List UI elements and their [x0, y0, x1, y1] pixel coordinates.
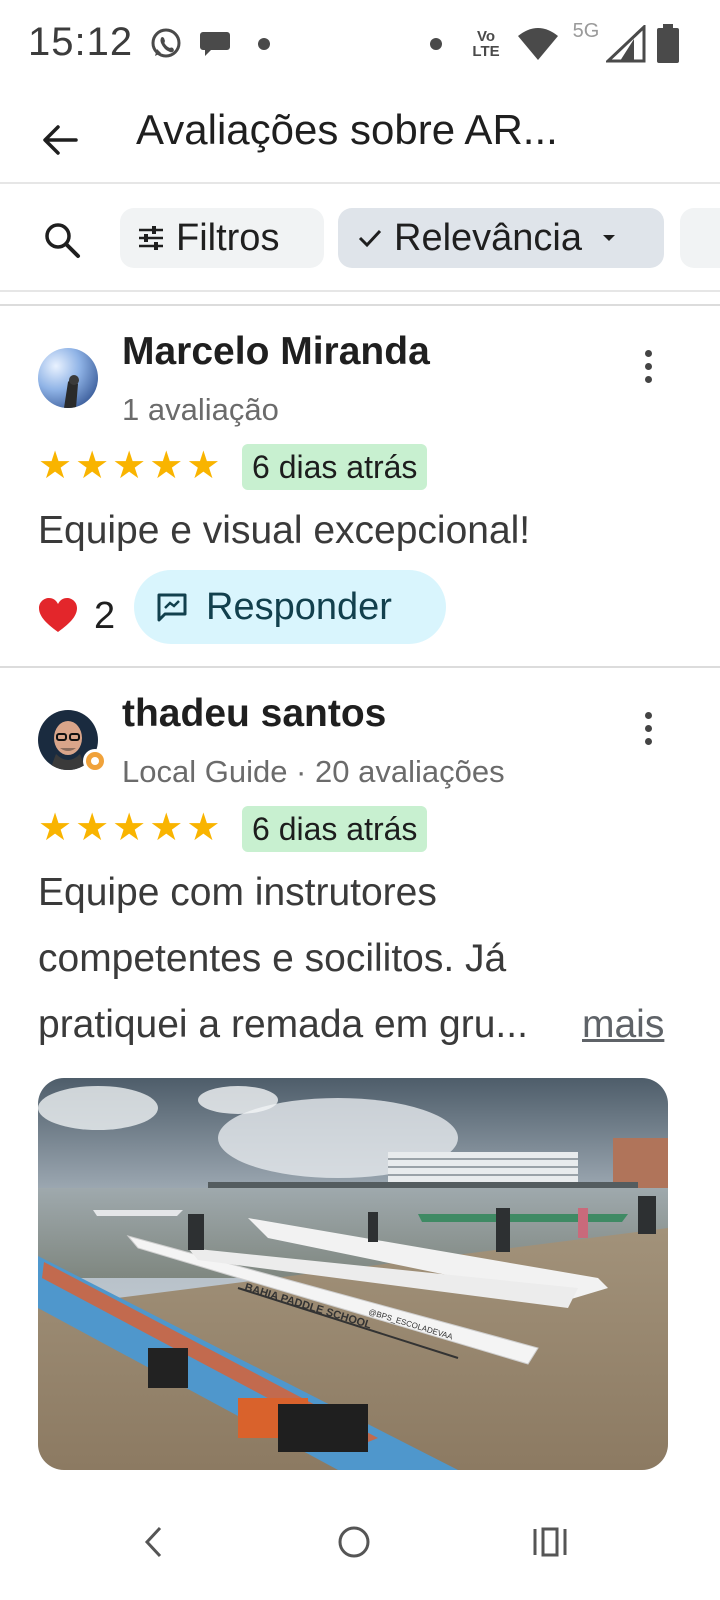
star-icon: ★: [38, 807, 73, 849]
star-icon: ★: [112, 807, 147, 849]
reply-button[interactable]: Responder: [134, 570, 446, 644]
home-circle-icon: [338, 1526, 370, 1558]
reply-label: Responder: [206, 585, 392, 628]
nav-home-button[interactable]: [314, 1502, 394, 1582]
review-author[interactable]: Marcelo Miranda: [122, 330, 430, 374]
status-bar: 15:12 Vo LTE 5G: [0, 0, 720, 88]
chat-icon: [196, 24, 236, 64]
filter-bar: Filtros Relevância: [0, 184, 720, 292]
status-time: 15:12: [28, 20, 134, 64]
star-rating: ★ ★ ★ ★ ★: [38, 808, 220, 848]
review-author-meta: 1 avaliação: [122, 392, 279, 427]
star-icon: ★: [149, 807, 184, 849]
star-icon: ★: [112, 445, 147, 487]
heart-icon: [39, 598, 77, 632]
filters-label: Filtros: [176, 216, 280, 259]
review-author[interactable]: thadeu santos: [122, 692, 386, 736]
chevron-left-icon: [144, 1526, 162, 1558]
nav-recents-button[interactable]: [510, 1502, 590, 1582]
sort-label: Relevância: [394, 216, 582, 259]
page-title: Avaliações sobre AR...: [136, 106, 558, 153]
local-guide-badge-icon: [83, 749, 107, 773]
star-icon: ★: [186, 445, 221, 487]
review-photo[interactable]: BAHIA PADDLE SCHOOL @BPS_ESCOLADEVAA: [38, 1078, 668, 1470]
wifi-icon: [514, 24, 562, 64]
review-card: Marcelo Miranda 1 avaliação ★ ★ ★ ★ ★ 6 …: [0, 306, 720, 666]
5g-icon: 5G: [572, 20, 600, 42]
sort-chip[interactable]: Relevância: [338, 208, 664, 268]
next-chip[interactable]: [680, 208, 720, 268]
search-icon: [45, 223, 80, 258]
system-nav-bar: [0, 1480, 720, 1600]
review-text-line: competentes e socilitos. Já: [38, 937, 507, 980]
more-options-button[interactable]: [626, 336, 670, 396]
review-author-meta: Local Guide · 20 avaliações: [122, 754, 505, 789]
like-count: 2: [94, 594, 116, 637]
tune-icon: [139, 226, 163, 250]
search-button[interactable]: [36, 214, 88, 266]
battery-icon: [652, 24, 684, 64]
dropdown-arrow-icon: [603, 235, 615, 241]
whatsapp-icon: [146, 24, 186, 64]
star-rating: ★ ★ ★ ★ ★: [38, 446, 220, 486]
check-icon: [358, 229, 382, 248]
signal-icon: [604, 24, 648, 64]
dot-icon: [252, 24, 276, 64]
reply-icon: [157, 593, 187, 622]
dot-icon: [424, 24, 448, 64]
more-options-button[interactable]: [626, 698, 670, 758]
more-link[interactable]: mais: [582, 992, 664, 1058]
arrow-back-icon: [43, 125, 78, 155]
review-date: 6 dias atrás: [242, 806, 428, 852]
avatar[interactable]: [38, 348, 98, 408]
review-date: 6 dias atrás: [242, 444, 428, 490]
app-bar: Avaliações sobre AR...: [0, 88, 720, 184]
review-text-line: pratiquei a remada em gru...: [38, 1003, 528, 1046]
volte-icon: Vo LTE: [472, 28, 500, 60]
recents-icon: [533, 1527, 567, 1557]
star-icon: ★: [75, 445, 110, 487]
star-icon: ★: [186, 807, 221, 849]
review-text-line: Equipe com instrutores: [38, 871, 437, 914]
nav-back-button[interactable]: [114, 1502, 194, 1582]
star-icon: ★: [38, 445, 73, 487]
star-icon: ★: [75, 807, 110, 849]
star-icon: ★: [149, 445, 184, 487]
reactions[interactable]: 2: [38, 586, 115, 646]
filters-chip[interactable]: Filtros: [120, 208, 324, 268]
back-button[interactable]: [28, 108, 92, 172]
review-text: Equipe e visual excepcional!: [38, 509, 531, 552]
